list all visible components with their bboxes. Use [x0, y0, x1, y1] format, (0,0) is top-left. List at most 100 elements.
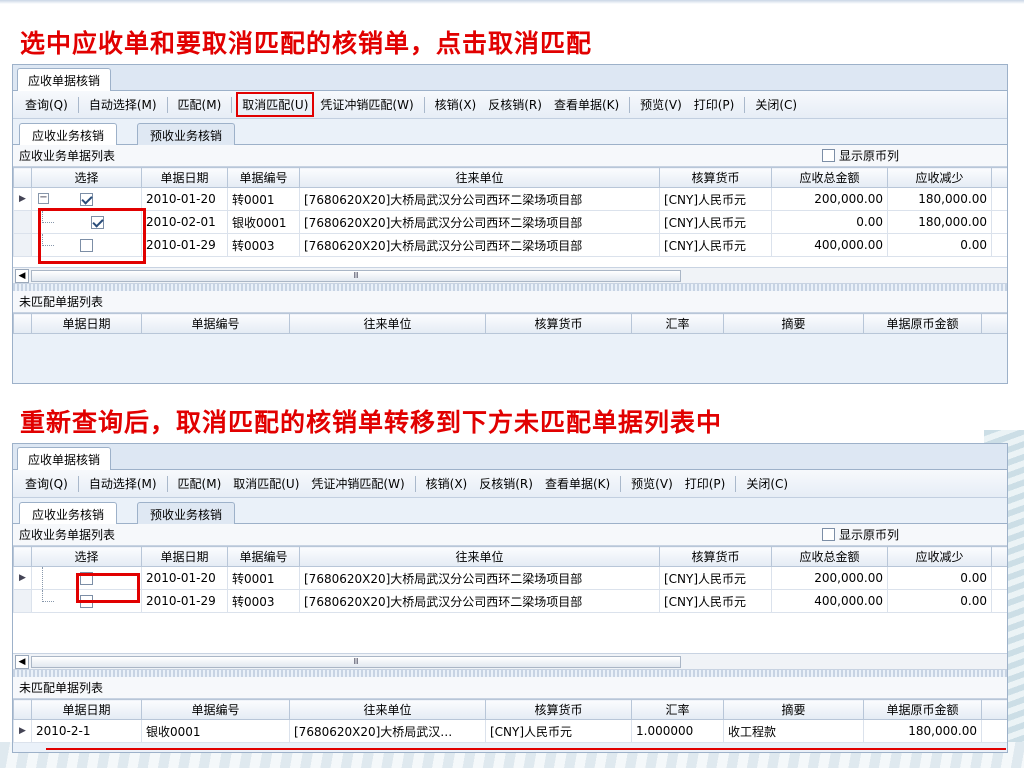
column-header[interactable]: 往来单位 — [289, 313, 486, 334]
tab-receivable-write-off[interactable]: 应收单据核销 — [17, 68, 112, 91]
reduce-cell: 180,000.00 — [887, 210, 992, 234]
column-header[interactable]: 应收总金额 — [771, 167, 888, 188]
show-original-currency-label: 显示原币列 — [838, 149, 899, 163]
query-button[interactable]: 查询(Q) — [19, 92, 74, 117]
column-header[interactable]: 单据日期 — [31, 699, 142, 720]
column-header[interactable]: 核算货币 — [485, 699, 632, 720]
column-header[interactable]: 单据编号 — [227, 546, 300, 567]
splitter[interactable] — [13, 669, 1007, 677]
table-row[interactable]: ▶ 2010-01-20 转0001 [7680620X20]大桥局武汉分公司西… — [13, 566, 1007, 590]
column-header[interactable]: 汇率 — [631, 313, 724, 334]
voucher-offset-match-button[interactable]: 凭证冲销匹配(W) — [305, 471, 410, 496]
receivable-list-panel: 应收业务单据列表 显示原币列 选择 单据日期 单据编号 往来单位 核算货币 应收… — [13, 145, 1007, 283]
column-header[interactable]: 单据日期 — [141, 546, 228, 567]
splitter[interactable] — [13, 283, 1007, 291]
toolbar-separator — [735, 475, 737, 492]
auto-select-button[interactable]: 自动选择(M) — [83, 471, 163, 496]
show-original-currency-checkbox[interactable] — [821, 528, 835, 541]
unmatched-grid: 单据日期 单据编号 往来单位 核算货币 汇率 摘要 单据原币金额 ▶ 2010-… — [13, 699, 1007, 743]
column-header[interactable]: 选择 — [31, 167, 142, 188]
column-header[interactable]: 核算货币 — [485, 313, 632, 334]
column-header[interactable]: 应收减少 — [887, 546, 992, 567]
grid-blank-area — [13, 613, 1007, 653]
tab-prepaid-business[interactable]: 预收业务核销 — [137, 123, 236, 146]
column-header[interactable]: 单据编号 — [141, 699, 290, 720]
column-header[interactable]: 汇率 — [631, 699, 724, 720]
column-header[interactable]: 单据原币金额 — [863, 313, 982, 334]
horizontal-scrollbar[interactable]: ◀ Ⅲ — [13, 267, 1007, 283]
date-cell: 2010-2-1 — [31, 719, 142, 743]
receivable-grid-header: 选择 单据日期 单据编号 往来单位 核算货币 应收总金额 应收减少 — [13, 167, 1007, 188]
tree-collapse-icon[interactable]: − — [38, 193, 49, 204]
horizontal-scrollbar[interactable]: ◀ Ⅲ — [13, 653, 1007, 669]
scroll-left-icon[interactable]: ◀ — [15, 268, 29, 283]
column-header[interactable]: 应收总金额 — [771, 546, 888, 567]
query-button[interactable]: 查询(Q) — [19, 471, 74, 496]
show-original-currency-toggle[interactable]: 显示原币列 — [821, 147, 999, 164]
column-header[interactable]: 单据日期 — [141, 167, 228, 188]
unmatched-list-panel: 未匹配单据列表 单据日期 单据编号 往来单位 核算货币 汇率 摘要 单据原币金额… — [13, 677, 1007, 743]
step-caption-top: 选中应收单和要取消匹配的核销单，点击取消匹配 — [20, 29, 593, 58]
column-header[interactable]: 选择 — [31, 546, 142, 567]
column-header[interactable]: 单据原币金额 — [863, 699, 982, 720]
preview-button[interactable]: 预览(V) — [634, 92, 688, 117]
number-cell: 转0003 — [227, 233, 300, 257]
receivable-list-title: 应收业务单据列表 — [19, 149, 116, 163]
column-header[interactable]: 单据编号 — [141, 313, 290, 334]
cancel-match-button[interactable]: 取消匹配(U) — [236, 92, 315, 117]
column-header[interactable]: 摘要 — [723, 313, 864, 334]
auto-select-button[interactable]: 自动选择(M) — [83, 92, 163, 117]
view-document-button[interactable]: 查看单据(K) — [539, 471, 616, 496]
total-cell: 400,000.00 — [771, 589, 888, 613]
view-document-button[interactable]: 查看单据(K) — [548, 92, 625, 117]
write-off-button[interactable]: 核销(X) — [429, 92, 483, 117]
show-original-currency-checkbox[interactable] — [821, 149, 835, 162]
write-off-button[interactable]: 核销(X) — [420, 471, 474, 496]
table-row[interactable]: ▶ 2010-2-1 银收0001 [7680620X20]大桥局武汉… [CN… — [13, 719, 1007, 743]
preview-button[interactable]: 预览(V) — [625, 471, 679, 496]
filler-cell — [991, 589, 1007, 613]
reverse-write-off-button[interactable]: 反核销(R) — [473, 471, 539, 496]
receivable-list-header: 应收业务单据列表 显示原币列 — [13, 524, 1007, 546]
close-button[interactable]: 关闭(C) — [740, 471, 794, 496]
tab-receivable-write-off[interactable]: 应收单据核销 — [17, 447, 112, 470]
scroll-thumb[interactable]: Ⅲ — [31, 656, 681, 668]
tab-prepaid-business[interactable]: 预收业务核销 — [137, 502, 236, 525]
column-header[interactable]: 往来单位 — [299, 546, 660, 567]
table-row[interactable]: 2010-01-29 转0003 [7680620X20]大桥局武汉分公司西环二… — [13, 233, 1007, 257]
column-header[interactable]: 单据编号 — [227, 167, 300, 188]
toolbar-separator — [423, 96, 425, 113]
column-header[interactable]: 摘要 — [723, 699, 864, 720]
match-button[interactable]: 匹配(M) — [172, 92, 228, 117]
date-cell: 2010-02-01 — [141, 210, 228, 234]
table-row[interactable]: ▶ − 2010-01-20 转0001 [7680620X20]大桥局武汉分公… — [13, 187, 1007, 211]
column-header[interactable]: 往来单位 — [289, 699, 486, 720]
filler-cell — [991, 566, 1007, 590]
table-row[interactable]: 2010-01-29 转0003 [7680620X20]大桥局武汉分公司西环二… — [13, 589, 1007, 613]
row-checkbox[interactable] — [80, 193, 93, 206]
write-off-window-after: 应收单据核销 查询(Q) 自动选择(M) 匹配(M) 取消匹配(U) 凭证冲销匹… — [12, 443, 1008, 753]
scroll-thumb[interactable]: Ⅲ — [31, 270, 681, 282]
voucher-offset-match-button[interactable]: 凭证冲销匹配(W) — [314, 92, 419, 117]
column-header[interactable]: 往来单位 — [299, 167, 660, 188]
show-original-currency-toggle[interactable]: 显示原币列 — [821, 526, 999, 543]
print-button[interactable]: 打印(P) — [688, 92, 741, 117]
column-header[interactable]: 核算货币 — [659, 546, 772, 567]
moved-row-underline — [46, 748, 1006, 750]
table-row[interactable]: 2010-02-01 银收0001 [7680620X20]大桥局武汉分公司西环… — [13, 210, 1007, 234]
column-header[interactable]: 应收减少 — [887, 167, 992, 188]
tab-receivable-business[interactable]: 应收业务核销 — [19, 502, 118, 526]
toolbar-separator — [231, 96, 233, 113]
cancel-match-button[interactable]: 取消匹配(U) — [227, 471, 305, 496]
match-button[interactable]: 匹配(M) — [172, 471, 228, 496]
column-header[interactable]: 单据日期 — [31, 313, 142, 334]
scroll-left-icon[interactable]: ◀ — [15, 654, 29, 669]
reverse-write-off-button[interactable]: 反核销(R) — [482, 92, 548, 117]
close-button[interactable]: 关闭(C) — [749, 92, 803, 117]
total-cell: 400,000.00 — [771, 233, 888, 257]
column-header[interactable]: 核算货币 — [659, 167, 772, 188]
print-button[interactable]: 打印(P) — [679, 471, 732, 496]
number-cell: 银收0001 — [141, 719, 290, 743]
partner-cell: [7680620X20]大桥局武汉分公司西环二梁场项目部 — [299, 233, 660, 257]
tab-receivable-business[interactable]: 应收业务核销 — [19, 123, 118, 147]
